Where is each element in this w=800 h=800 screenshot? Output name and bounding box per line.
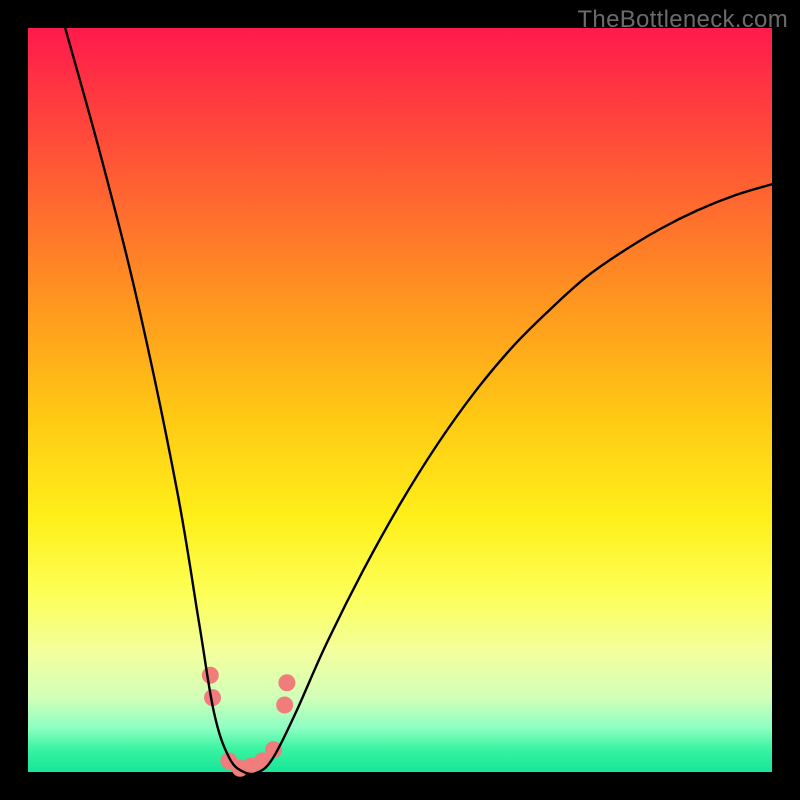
bottleneck-curve (65, 28, 772, 774)
plot-area (28, 28, 772, 772)
trough-marker (278, 674, 295, 691)
chart-frame: TheBottleneck.com (0, 0, 800, 800)
watermark-text: TheBottleneck.com (577, 6, 788, 34)
trough-marker (202, 667, 219, 684)
chart-svg (28, 28, 772, 772)
trough-marker (276, 697, 293, 714)
